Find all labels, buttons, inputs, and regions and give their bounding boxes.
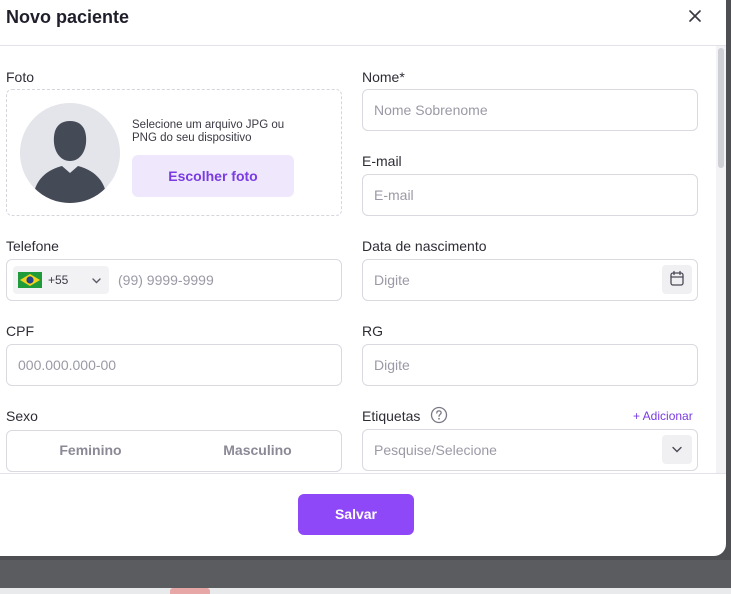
photo-upload-area[interactable]: Selecione um arquivo JPG ou PNG do seu d…	[6, 89, 342, 216]
rg-label: RG	[362, 323, 383, 339]
footer-divider	[0, 473, 726, 474]
sex-option-masculino[interactable]: Masculino	[174, 431, 341, 471]
tags-placeholder: Pesquise/Selecione	[374, 442, 497, 458]
close-icon	[689, 10, 701, 22]
sex-label: Sexo	[6, 408, 38, 424]
chevron-down-icon	[92, 278, 101, 284]
name-input[interactable]: Nome Sobrenome	[362, 89, 698, 131]
email-input[interactable]: E-mail	[362, 174, 698, 216]
calendar-icon	[670, 270, 684, 286]
modal-title: Novo paciente	[6, 7, 130, 27]
avatar	[20, 103, 120, 203]
background-tab-chip	[170, 588, 210, 594]
brazil-flag-icon	[18, 272, 42, 288]
scrollbar-thumb[interactable]	[718, 48, 724, 168]
birth-date-input[interactable]: Digite	[362, 259, 698, 301]
background-page	[0, 560, 731, 594]
country-code: +55	[48, 273, 69, 287]
modal-header: Novo paciente	[0, 0, 726, 46]
scrollbar[interactable]	[716, 46, 726, 473]
name-placeholder: Nome Sobrenome	[374, 102, 488, 118]
photo-hint: Selecione um arquivo JPG ou PNG do seu d…	[132, 119, 285, 144]
cpf-input[interactable]: 000.000.000-00	[6, 344, 342, 386]
choose-photo-button[interactable]: Escolher foto	[132, 155, 294, 197]
tags-label: Etiquetas	[362, 408, 421, 424]
calendar-button[interactable]	[662, 265, 692, 294]
birth-date-label: Data de nascimento	[362, 238, 487, 254]
close-button[interactable]	[686, 7, 704, 25]
rg-placeholder: Digite	[374, 357, 410, 373]
user-silhouette-icon	[20, 103, 120, 203]
tags-select[interactable]: Pesquise/Selecione	[362, 429, 698, 471]
birth-date-placeholder: Digite	[374, 272, 410, 288]
cpf-placeholder: 000.000.000-00	[18, 357, 117, 373]
email-placeholder: E-mail	[374, 187, 414, 203]
phone-label: Telefone	[6, 238, 59, 254]
cpf-label: CPF	[6, 323, 34, 339]
question-circle-icon	[430, 406, 448, 424]
new-patient-modal: Novo paciente Foto Selecione um arquivo …	[0, 0, 726, 556]
rg-input[interactable]: Digite	[362, 344, 698, 386]
email-label: E-mail	[362, 153, 402, 169]
sex-toggle: Feminino Masculino	[6, 430, 342, 472]
photo-label: Foto	[6, 69, 35, 85]
add-tag-link[interactable]: + Adicionar	[633, 409, 693, 423]
save-button[interactable]: Salvar	[298, 494, 414, 535]
phone-placeholder: (99) 9999-9999	[118, 272, 214, 288]
chevron-down-icon	[672, 446, 682, 453]
tags-dropdown-button[interactable]	[662, 435, 692, 464]
phone-input[interactable]: +55 (99) 9999-9999	[6, 259, 342, 301]
name-label: Nome*	[362, 69, 405, 85]
help-button[interactable]	[430, 406, 448, 424]
sex-option-feminino[interactable]: Feminino	[7, 431, 174, 471]
background-page-strip	[0, 588, 731, 594]
country-code-select[interactable]: +55	[13, 266, 109, 294]
